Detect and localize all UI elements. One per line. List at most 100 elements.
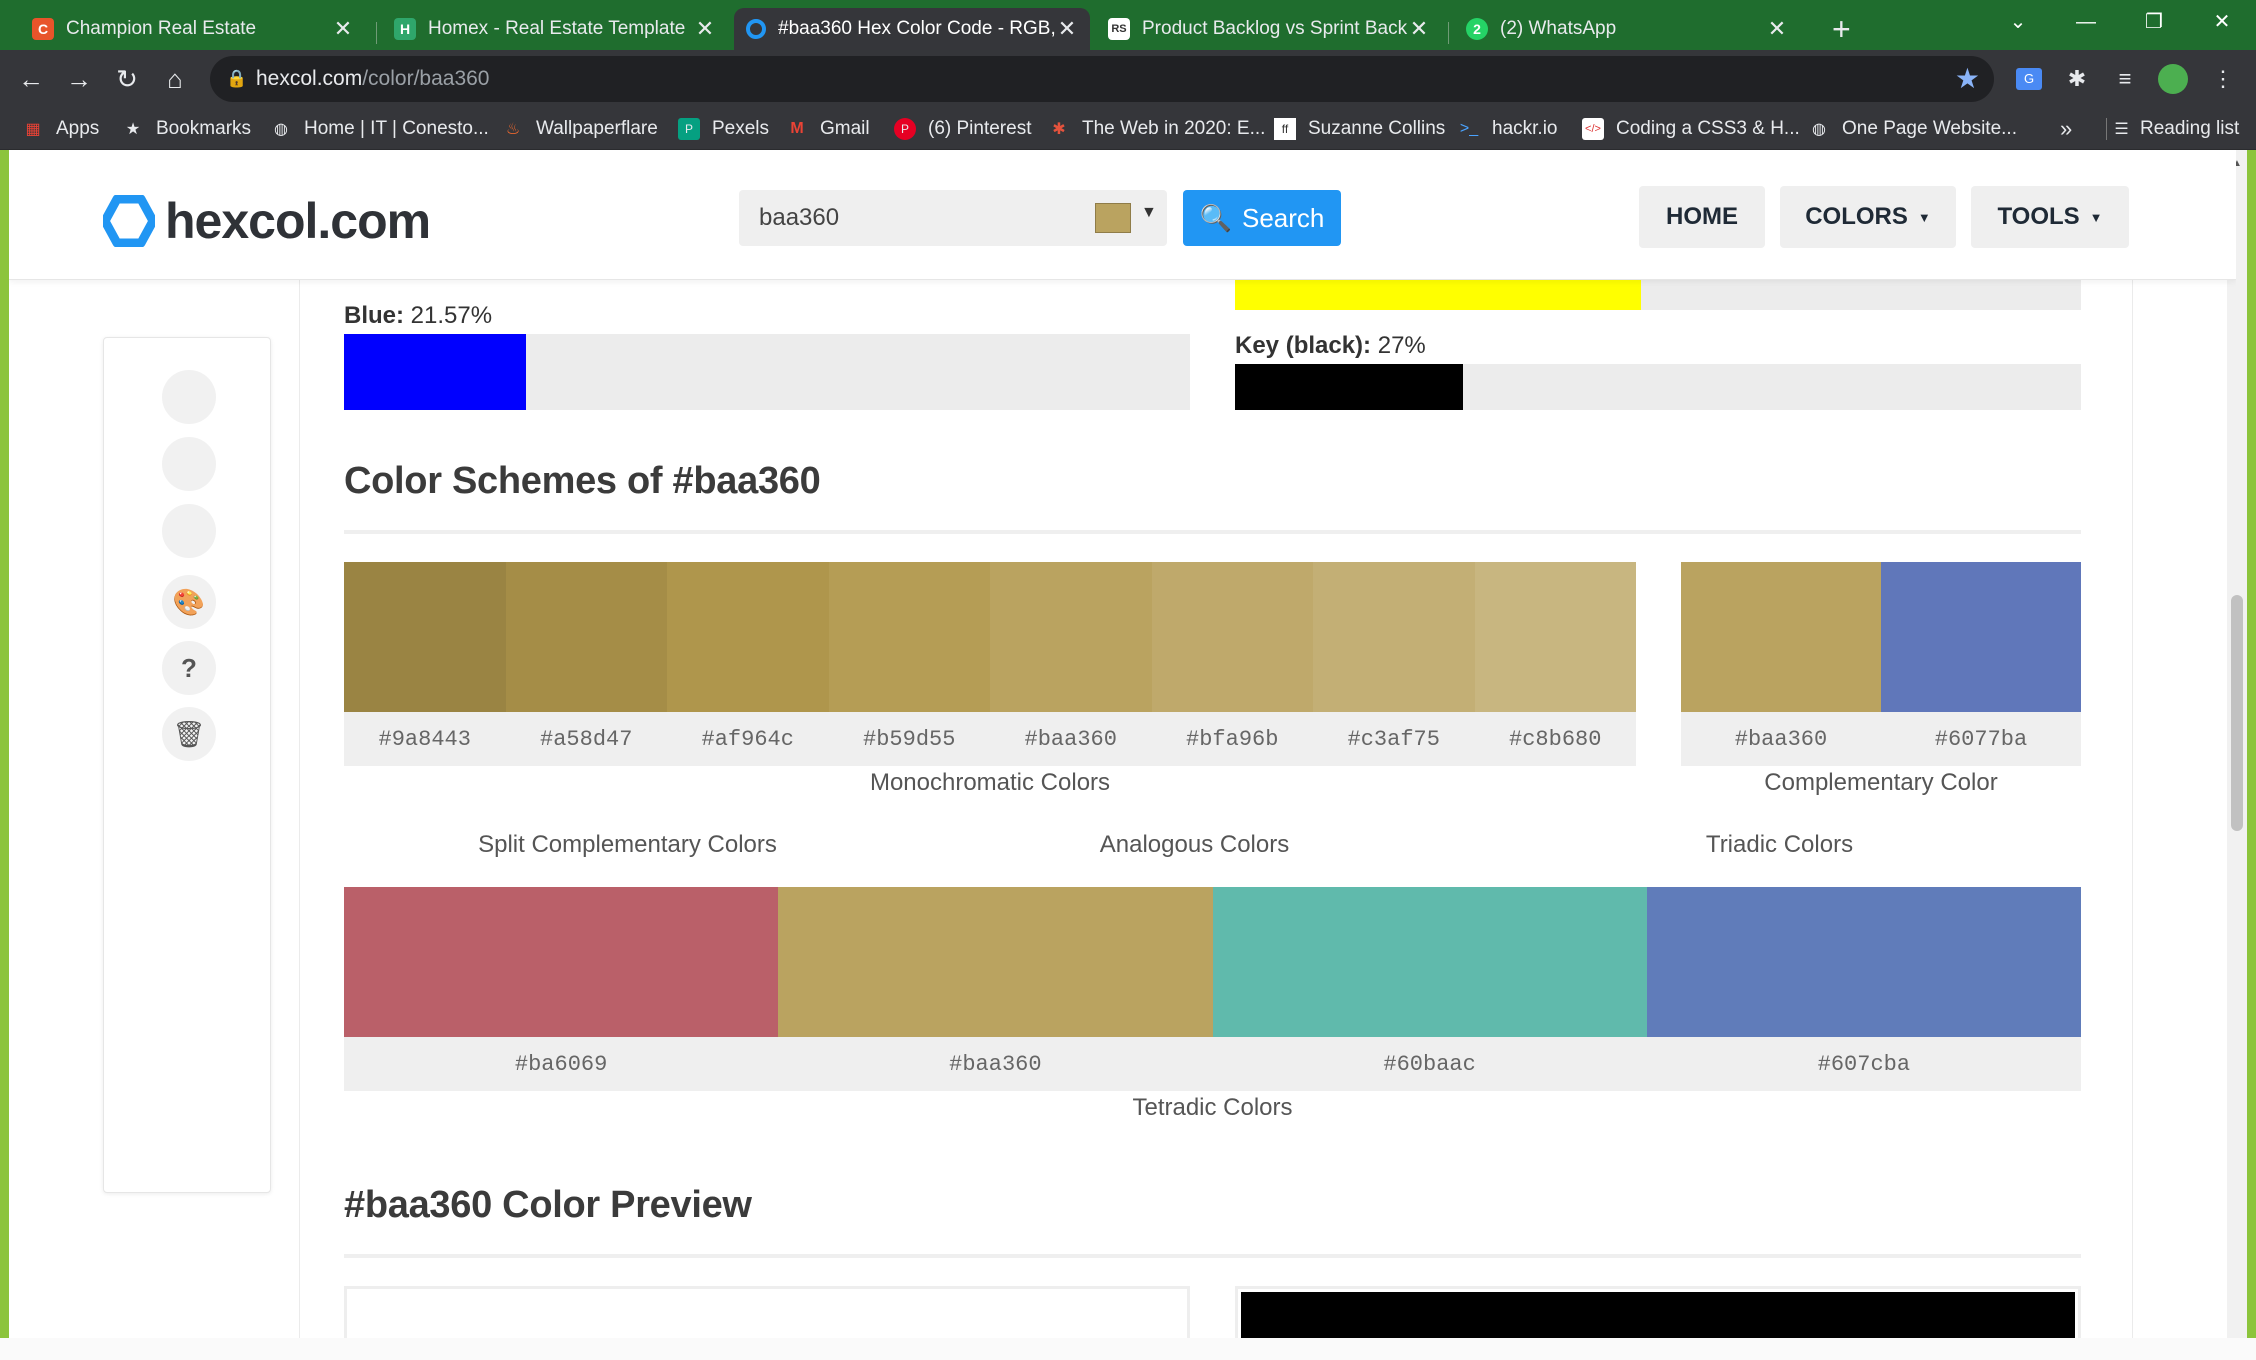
close-icon[interactable]: ✕	[1056, 16, 1078, 42]
tab-1[interactable]: H Homex - Real Estate Template ✕	[382, 8, 728, 50]
color-swatch[interactable]: #c8b680	[1474, 562, 1636, 766]
swatch-color-block[interactable]	[778, 887, 1213, 1037]
color-swatch[interactable]: #a58d47	[505, 562, 667, 766]
color-swatch[interactable]: #af964c	[667, 562, 829, 766]
swatch-color-block[interactable]	[828, 562, 990, 712]
close-icon[interactable]: ✕	[1408, 16, 1430, 42]
bookmark-apps[interactable]: ▦ Apps	[22, 108, 99, 150]
swatch-color-block[interactable]	[990, 562, 1152, 712]
bookmark-label: Pexels	[712, 118, 770, 139]
back-arrow-icon[interactable]: ←	[12, 60, 50, 98]
search-button[interactable]: 🔍 Search	[1183, 190, 1341, 246]
bookmark-pexels[interactable]: P Pexels	[678, 108, 769, 150]
color-schemes-title: Color Schemes of #baa360	[344, 460, 821, 502]
swatch-color-block[interactable]	[1474, 562, 1636, 712]
swatch-color-block[interactable]	[1881, 562, 2081, 712]
bookmark-coding[interactable]: </> Coding a CSS3 & H...	[1582, 108, 1800, 150]
swatch-color-block[interactable]	[344, 887, 779, 1037]
bookmark-label: Gmail	[820, 118, 870, 139]
page-scrollbar[interactable]: ▲	[2227, 150, 2247, 1338]
color-swatch[interactable]: #b59d55	[828, 562, 990, 766]
nav-tools-button[interactable]: TOOLS ▼	[1971, 186, 2129, 248]
placeholder-tool-button[interactable]	[162, 504, 216, 558]
color-swatch[interactable]: #bfa96b	[1151, 562, 1313, 766]
bookmark-pinterest[interactable]: P (6) Pinterest	[894, 108, 1031, 150]
split-complementary-label: Split Complementary Colors	[478, 831, 777, 858]
search-input[interactable]	[739, 204, 1069, 232]
bookmark-hackr[interactable]: >_ hackr.io	[1458, 108, 1558, 150]
restore-icon[interactable]: ❐	[2120, 0, 2188, 46]
site-header: hexcol.com ▼ 🔍 Search HOME COLORS ▼ TOOLS ▼	[9, 150, 2236, 280]
color-swatch[interactable]: #6077ba	[1881, 562, 2081, 766]
tab-4[interactable]: 2 (2) WhatsApp ✕	[1454, 8, 1800, 50]
color-swatch[interactable]: #baa360	[1681, 562, 1881, 766]
nav-home-button[interactable]: HOME	[1639, 186, 1765, 248]
swatch-color-block[interactable]	[667, 562, 829, 712]
trash-icon[interactable]: 🗑	[162, 707, 216, 761]
bookmark-bookmarks[interactable]: ★ Bookmarks	[122, 108, 251, 150]
close-icon[interactable]: ✕	[694, 16, 716, 42]
color-swatch[interactable]: #9a8443	[344, 562, 506, 766]
color-swatch[interactable]: #baa360	[778, 887, 1213, 1091]
close-window-icon[interactable]: ✕	[2188, 0, 2256, 46]
reload-icon[interactable]: ↻	[108, 60, 146, 98]
color-swatch[interactable]: #c3af75	[1313, 562, 1475, 766]
close-icon[interactable]: ✕	[1766, 16, 1788, 42]
address-bar[interactable]: 🔒 hexcol.com/color/baa360 ★	[210, 56, 1994, 102]
translate-icon[interactable]: G	[2010, 60, 2048, 98]
swatch-color-block[interactable]	[344, 562, 506, 712]
forward-arrow-icon[interactable]: →	[60, 60, 98, 98]
url-path: /color/baa360	[362, 67, 490, 90]
nav-colors-button[interactable]: COLORS ▼	[1780, 186, 1956, 248]
bookmark-wallpaperflare[interactable]: ♨ Wallpaperflare	[502, 108, 658, 150]
close-icon[interactable]: ✕	[332, 16, 354, 42]
color-swatch[interactable]: #607cba	[1646, 887, 2081, 1091]
placeholder-tool-button[interactable]	[162, 437, 216, 491]
swatch-color-block[interactable]	[1646, 887, 2081, 1037]
bookmark-label: The Web in 2020: E...	[1082, 118, 1266, 139]
color-picker-swatch[interactable]	[1095, 203, 1131, 233]
minimize-icon[interactable]: —	[2052, 0, 2120, 46]
hexcol-favicon-icon	[746, 19, 766, 39]
new-tab-button[interactable]: +	[1820, 8, 1866, 50]
media-queue-icon[interactable]: ≡	[2106, 60, 2144, 98]
chevron-down-icon[interactable]: ▼	[1141, 204, 1157, 222]
bookmark-star-icon[interactable]: ★	[1955, 62, 1980, 95]
swatch-hex-code: #c3af75	[1313, 712, 1475, 766]
bookmark-gmail[interactable]: M Gmail	[786, 108, 870, 150]
scrollbar-thumb[interactable]	[2231, 595, 2243, 831]
palette-icon[interactable]: 🎨	[162, 575, 216, 629]
placeholder-tool-button[interactable]	[162, 370, 216, 424]
help-question-icon[interactable]: ?	[162, 641, 216, 695]
tab-0[interactable]: C Champion Real Estate ✕	[20, 8, 366, 50]
color-swatch[interactable]: #baa360	[990, 562, 1152, 766]
swatch-color-block[interactable]	[1313, 562, 1475, 712]
swatch-hex-code: #6077ba	[1881, 712, 2081, 766]
bookmark-suzanne[interactable]: ff Suzanne Collins	[1274, 108, 1445, 150]
url-text: hexcol.com/color/baa360	[256, 67, 489, 91]
color-swatch[interactable]: #ba6069	[344, 887, 779, 1091]
bookmark-onepage[interactable]: ◍ One Page Website...	[1808, 108, 2017, 150]
swatch-color-block[interactable]	[1681, 562, 1881, 712]
bookmark-web2020[interactable]: ✱ The Web in 2020: E...	[1048, 108, 1265, 150]
color-swatch[interactable]: #60baac	[1212, 887, 1647, 1091]
section-divider	[344, 1254, 2081, 1258]
reading-list-button[interactable]: ☰ Reading list	[2106, 108, 2239, 150]
site-logo[interactable]: hexcol.com	[103, 192, 431, 250]
tab-2[interactable]: #baa360 Hex Color Code - RGB, C ✕	[734, 8, 1090, 50]
caret-down-icon: ▼	[2089, 209, 2103, 225]
nav-colors-label: COLORS	[1805, 203, 1908, 230]
tab-search-icon[interactable]: ⌄	[1984, 0, 2052, 46]
profile-avatar-icon[interactable]	[2154, 60, 2192, 98]
tab-3[interactable]: RS Product Backlog vs Sprint Backlog ✕	[1096, 8, 1442, 50]
more-bookmarks-button[interactable]: »	[2060, 108, 2072, 150]
swatch-color-block[interactable]	[505, 562, 667, 712]
bookmark-conestoga[interactable]: ◍ Home | IT | Conesto...	[270, 108, 489, 150]
home-icon[interactable]: ⌂	[156, 60, 194, 98]
swatch-hex-code: #baa360	[990, 712, 1152, 766]
swatch-color-block[interactable]	[1212, 887, 1647, 1037]
caret-down-icon: ▼	[1917, 209, 1931, 225]
menu-kebab-icon[interactable]: ⋮	[2204, 60, 2242, 98]
extensions-puzzle-icon[interactable]: ✱	[2058, 60, 2096, 98]
swatch-color-block[interactable]	[1151, 562, 1313, 712]
